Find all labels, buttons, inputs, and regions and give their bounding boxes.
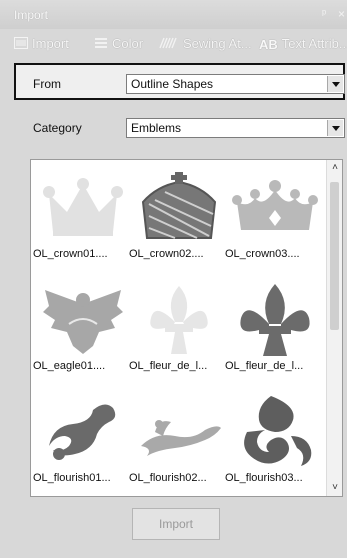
category-select-value: Emblems — [131, 121, 182, 135]
fleur-dark-thumb — [240, 284, 310, 356]
gallery-item[interactable]: OL_eagle01.... — [33, 272, 129, 380]
tab-strip: Import Color Sewing At... AB Text Attrib.… — [0, 30, 347, 56]
from-label: From — [33, 77, 61, 91]
gallery-item-caption: OL_crown01.... — [33, 248, 108, 260]
gallery-scrollbar[interactable]: ˄ ˅ — [326, 160, 342, 496]
gallery-item-caption: OL_flourish01... — [33, 472, 111, 484]
from-select-value: Outline Shapes — [131, 77, 214, 91]
sewing-attributes-tab-icon — [159, 35, 179, 55]
flourish-3-thumb — [244, 396, 312, 466]
eagle-thumb — [43, 290, 123, 354]
gallery-item-caption: OL_fleur_de_l... — [129, 360, 208, 372]
gallery-item[interactable]: OL_crown03.... — [225, 160, 321, 268]
flourish-2-thumb — [141, 420, 221, 456]
gallery-item[interactable]: OL_crown01.... — [33, 160, 129, 268]
crown-points-thumb — [232, 180, 318, 230]
import-panel: Import ᵖ × Import Color Sewing At... AB T… — [0, 0, 347, 558]
close-icon[interactable]: × — [338, 7, 345, 21]
tab-text-attributes[interactable]: AB Text Attrib... — [259, 34, 347, 54]
tab-color-label: Color — [112, 36, 144, 51]
gallery-item-caption: OL_eagle01.... — [33, 360, 106, 372]
scroll-down-icon[interactable]: ˅ — [327, 480, 342, 496]
gallery-item-caption: OL_crown02.... — [129, 248, 204, 260]
chevron-down-icon[interactable] — [327, 120, 343, 136]
import-button[interactable]: Import — [132, 508, 220, 540]
tab-import-label: Import — [32, 36, 69, 51]
panel-titlebar[interactable]: Import ᵖ × — [0, 0, 347, 29]
color-tab-icon — [94, 35, 108, 55]
gallery-item-caption: OL_fleur_de_l... — [225, 360, 304, 372]
gallery-item[interactable]: OL_fleur_de_l... — [225, 272, 321, 380]
tab-text-attributes-label: Text Attrib... — [281, 36, 347, 51]
scrollbar-thumb[interactable] — [330, 182, 339, 330]
category-select[interactable]: Emblems — [126, 118, 345, 138]
scroll-up-icon[interactable]: ˄ — [327, 160, 342, 176]
gallery-item[interactable]: OL_flourish01... — [33, 384, 129, 492]
gallery-item[interactable]: OL_fleur_de_l... — [129, 272, 225, 380]
crown-light-thumb — [43, 178, 123, 236]
pin-icon[interactable]: ᵖ — [322, 8, 326, 20]
gallery-item[interactable]: OL_crown02.... — [129, 160, 225, 268]
panel-title: Import — [14, 8, 49, 22]
tab-sewing-attributes[interactable]: Sewing At... — [159, 34, 252, 54]
tab-sewing-attributes-label: Sewing At... — [183, 36, 252, 51]
from-row-highlight: From Outline Shapes — [14, 63, 345, 100]
gallery-item-caption: OL_crown03.... — [225, 248, 300, 260]
fleur-light-thumb — [150, 286, 208, 354]
flourish-1-thumb — [49, 404, 116, 460]
gallery-item[interactable]: OL_flourish03... — [225, 384, 321, 492]
gallery-item-caption: OL_flourish03... — [225, 472, 303, 484]
tab-color[interactable]: Color — [94, 34, 143, 54]
gallery-item[interactable]: OL_flourish02... — [129, 384, 225, 492]
category-label: Category — [33, 121, 82, 135]
from-select[interactable]: Outline Shapes — [126, 74, 345, 94]
crown-ornate-thumb — [141, 172, 217, 239]
gallery-item-caption: OL_flourish02... — [129, 472, 207, 484]
chevron-down-icon[interactable] — [327, 76, 343, 92]
gallery-grid: OL_crown01.... OL_crown02.... OL_crown03… — [31, 160, 327, 496]
tab-import[interactable]: Import — [14, 34, 69, 54]
text-attributes-tab-icon: AB — [259, 36, 278, 52]
shape-gallery: OL_crown01.... OL_crown02.... OL_crown03… — [30, 159, 343, 497]
import-tab-icon — [14, 35, 28, 55]
